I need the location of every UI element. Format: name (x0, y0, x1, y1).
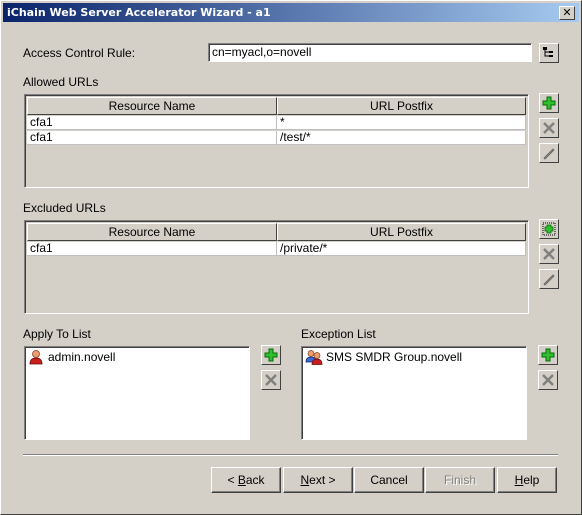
allowed-urls-header: Resource Name URL Postfix (27, 97, 526, 115)
apply-to-listbox[interactable]: admin.novell (24, 346, 250, 440)
wizard-window: iChain Web Server Accelerator Wizard - a… (0, 0, 582, 515)
cell-url-postfix: /test/* (277, 131, 526, 145)
add-allowed-url-button[interactable] (539, 93, 559, 113)
next-button[interactable]: Next > (283, 467, 353, 493)
next-hotkey: N (300, 473, 310, 487)
add-excluded-url-button[interactable] (539, 219, 559, 239)
close-button[interactable]: ✕ (559, 6, 575, 20)
cell-url-postfix: * (277, 116, 526, 130)
plus-icon (264, 348, 278, 362)
table-row[interactable]: cfa1 /test/* (27, 131, 526, 145)
column-header-url-postfix[interactable]: URL Postfix (277, 223, 526, 241)
browse-tree-button[interactable] (539, 43, 559, 63)
delete-excluded-url-button[interactable] (539, 244, 559, 264)
delete-x-icon (543, 248, 555, 260)
exception-listbox[interactable]: SMS SMDR Group.novell (301, 346, 527, 440)
allowed-urls-label: Allowed URLs (23, 75, 99, 89)
apply-to-list-label: Apply To List (23, 327, 91, 341)
excluded-urls-header: Resource Name URL Postfix (27, 223, 526, 241)
user-icon (29, 350, 43, 365)
cell-resource-name: cfa1 (27, 116, 277, 130)
finish-button[interactable]: Finish (425, 467, 495, 493)
list-item[interactable]: SMS SMDR Group.novell (305, 349, 462, 365)
edit-allowed-url-button[interactable] (539, 143, 559, 163)
cell-resource-name: cfa1 (27, 242, 277, 256)
next-label-rest: ext > (309, 473, 336, 487)
delete-exception-button[interactable] (538, 370, 558, 390)
access-control-field[interactable]: cn=myacl,o=novell (208, 43, 532, 62)
delete-x-icon (265, 374, 277, 386)
list-item-label: SMS SMDR Group.novell (326, 350, 463, 364)
table-row[interactable]: cfa1 /private/* (27, 242, 526, 256)
add-apply-to-button[interactable] (261, 345, 281, 365)
column-header-resource-name[interactable]: Resource Name (27, 97, 277, 115)
tree-browse-icon (543, 47, 553, 57)
table-row[interactable]: cfa1 * (27, 116, 526, 130)
delete-apply-to-button[interactable] (261, 370, 281, 390)
back-label-rest: ack (245, 473, 265, 487)
delete-x-icon (542, 374, 554, 386)
cell-url-postfix: /private/* (277, 242, 526, 256)
excluded-urls-label: Excluded URLs (23, 201, 106, 215)
edit-excluded-url-button[interactable] (539, 269, 559, 289)
cell-resource-name: cfa1 (27, 131, 277, 145)
group-icon (305, 350, 323, 365)
list-item-label: admin.novell (48, 350, 116, 364)
back-label-prefix: < (227, 473, 238, 487)
list-item[interactable]: admin.novell (28, 349, 115, 365)
back-button[interactable]: < Back (211, 467, 281, 493)
excluded-urls-table: Resource Name URL Postfix cfa1 /private/… (24, 220, 529, 314)
pencil-icon (543, 274, 555, 286)
column-header-resource-name[interactable]: Resource Name (27, 223, 277, 241)
back-hotkey: B (237, 473, 246, 487)
exception-list-label: Exception List (301, 327, 376, 341)
close-icon: ✕ (562, 6, 572, 19)
pencil-icon (543, 148, 555, 160)
access-control-label: Access Control Rule: (23, 46, 136, 60)
add-exception-button[interactable] (538, 345, 558, 365)
title-bar[interactable]: iChain Web Server Accelerator Wizard - a… (3, 3, 579, 22)
cancel-button[interactable]: Cancel (354, 467, 424, 493)
column-header-url-postfix[interactable]: URL Postfix (277, 97, 526, 115)
add-item-icon (542, 222, 556, 236)
plus-icon (541, 348, 555, 362)
help-button[interactable]: Help (497, 467, 557, 493)
separator (23, 454, 558, 456)
delete-x-icon (543, 122, 555, 134)
allowed-urls-table: Resource Name URL Postfix cfa1 * cfa1 /t… (24, 94, 529, 188)
plus-icon (542, 96, 556, 110)
window-title: iChain Web Server Accelerator Wizard - a… (7, 6, 271, 19)
help-label-rest: elp (523, 473, 540, 487)
delete-allowed-url-button[interactable] (539, 118, 559, 138)
